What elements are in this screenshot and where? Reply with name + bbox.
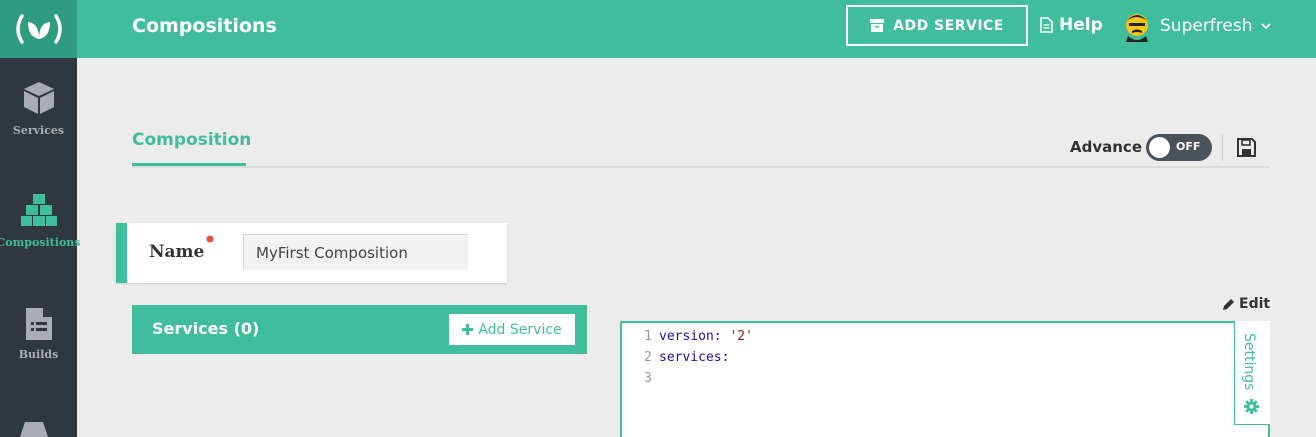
user-menu[interactable]: Superfresh xyxy=(1122,10,1271,42)
user-name: Superfresh xyxy=(1160,16,1253,36)
line-number: 2 xyxy=(644,350,652,365)
services-title: Services (0) xyxy=(152,319,260,338)
advance-label: Advance xyxy=(1070,138,1142,156)
name-card: Name xyxy=(116,223,507,283)
archive-icon xyxy=(870,19,885,32)
plus-icon xyxy=(462,324,474,335)
tabs-divider xyxy=(132,166,1270,168)
code-text: version: '2' xyxy=(659,329,753,350)
help-label: Help xyxy=(1059,15,1103,35)
composition-name-input[interactable] xyxy=(243,234,468,270)
sidebar-item-label: Builds xyxy=(18,348,59,361)
sidebar-item-label: Compositions xyxy=(0,236,81,249)
leaf-logo-icon xyxy=(15,14,62,44)
settings-label: Settings xyxy=(1241,333,1257,391)
page-title: Compositions xyxy=(132,15,277,37)
gear-icon xyxy=(1244,399,1259,414)
services-panel-header: Services (0) Add Service xyxy=(132,305,587,354)
document-icon xyxy=(1040,17,1053,33)
line-number: 1 xyxy=(644,329,652,344)
settings-tab[interactable]: Settings xyxy=(1234,321,1270,425)
code-value: '2' xyxy=(721,329,753,344)
code-line: 1 version: '2' xyxy=(622,329,753,350)
name-label: Name xyxy=(149,242,205,262)
document-icon xyxy=(25,308,52,340)
avatar xyxy=(1126,14,1148,42)
code-text: services: xyxy=(659,350,729,371)
toggle-knob xyxy=(1149,137,1170,158)
sidebar-item-compositions[interactable]: Compositions xyxy=(0,192,81,249)
code-editor[interactable]: 1 version: '2' 2 services: 3 xyxy=(620,321,1270,437)
cube-icon xyxy=(23,82,54,114)
sidebar: Services Compositions Builds xyxy=(0,58,81,437)
toolbar-separator xyxy=(1222,134,1223,161)
add-service-button[interactable]: Add Service xyxy=(449,314,575,345)
app-logo[interactable] xyxy=(0,0,77,58)
code-line: 3 xyxy=(622,371,659,392)
save-icon[interactable] xyxy=(1236,137,1257,158)
cubes-icon xyxy=(20,194,57,226)
edit-link[interactable]: Edit xyxy=(1222,296,1270,312)
edit-label: Edit xyxy=(1239,296,1271,312)
chevron-down-icon xyxy=(1260,22,1271,29)
sidebar-item-builds[interactable]: Builds xyxy=(0,308,77,361)
storage-icon[interactable] xyxy=(20,422,48,437)
help-link[interactable]: Help xyxy=(1040,15,1103,35)
code-key: services: xyxy=(659,350,730,365)
name-card-accent xyxy=(116,223,127,283)
toggle-state-label: OFF xyxy=(1176,140,1201,153)
sidebar-item-label: Services xyxy=(12,124,65,137)
add-service-label: Add Service xyxy=(478,321,562,338)
code-key: version: xyxy=(659,329,722,344)
required-asterisk-icon xyxy=(206,235,214,243)
sidebar-item-services[interactable]: Services xyxy=(0,80,77,137)
code-line: 2 services: xyxy=(622,350,729,371)
pencil-icon xyxy=(1223,298,1234,310)
add-service-header-button[interactable]: ADD SERVICE xyxy=(846,5,1028,46)
top-bar: Compositions ADD SERVICE Help Superfresh xyxy=(0,0,1316,58)
tab-composition[interactable]: Composition xyxy=(132,130,251,150)
add-service-header-label: ADD SERVICE xyxy=(893,17,1004,34)
line-number: 3 xyxy=(644,371,652,386)
advance-toggle[interactable]: OFF xyxy=(1146,134,1212,161)
